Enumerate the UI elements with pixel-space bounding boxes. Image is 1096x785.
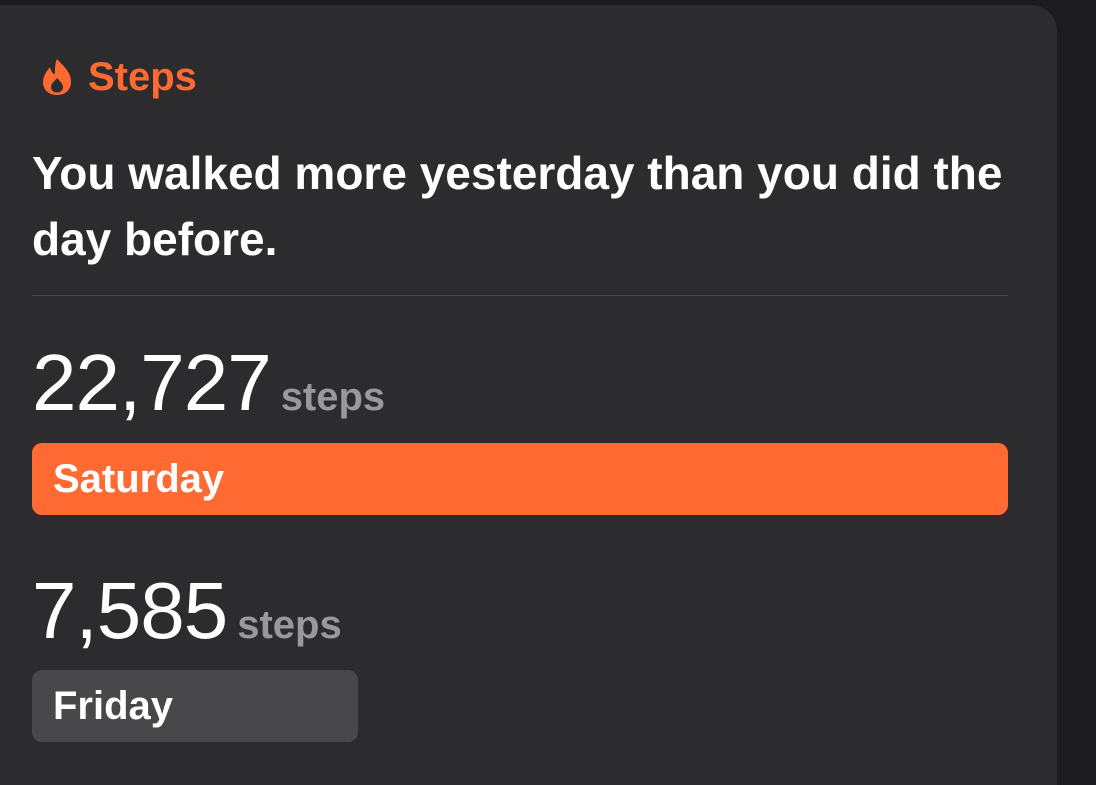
- steps-highlight-card[interactable]: Steps You walked more yesterday than you…: [0, 5, 1057, 785]
- card-title: Steps: [88, 55, 197, 99]
- summary-headline: You walked more yesterday than you did t…: [32, 147, 1003, 265]
- bar-day-label: Friday: [53, 683, 174, 728]
- metric-saturday: 22,727 steps: [32, 338, 385, 428]
- comparison-bar-friday: Friday: [32, 670, 358, 742]
- step-count-value: 22,727: [32, 338, 272, 427]
- card-header: Steps: [40, 53, 197, 101]
- bar-day-label: Saturday: [53, 456, 225, 501]
- metric-friday: 7,585 steps: [32, 566, 342, 656]
- step-unit-label: steps: [237, 603, 342, 647]
- divider: [32, 295, 1008, 296]
- comparison-bar-saturday: Saturday: [32, 443, 1008, 515]
- flame-icon: [40, 57, 74, 97]
- background-edge: [1057, 0, 1096, 755]
- step-count-value: 7,585: [32, 566, 228, 655]
- step-unit-label: steps: [280, 375, 386, 419]
